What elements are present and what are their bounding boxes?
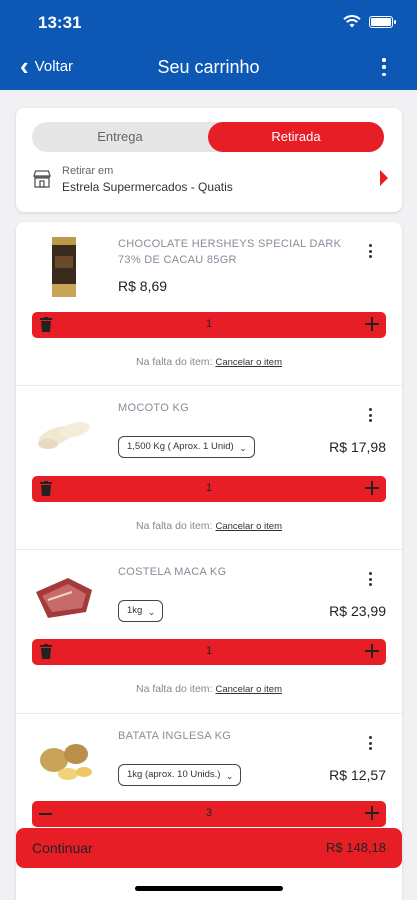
pickup-label: Retirar em [62,165,114,177]
cancel-item-link[interactable]: Cancelar o item [215,684,282,695]
item-more-icon[interactable] [368,736,372,750]
item-name: CHOCOLATE HERSHEYS SPECIAL DARK 73% DE C… [118,238,342,266]
missing-label: Na falta do item: [136,683,213,695]
plus-icon[interactable] [365,806,379,820]
missing-item-text: Na falta do item: Cancelar o item [16,520,402,532]
option-entrega[interactable]: Entrega [32,122,208,152]
cart-item: MOCOTO KG 1,500 Kg ( Aprox. 1 Unid) ⌄ R$… [16,386,402,550]
home-indicator [135,886,283,891]
quantity-value: 1 [205,482,213,494]
status-time: 13:31 [38,13,82,32]
item-more-icon[interactable] [368,244,372,258]
plus-icon[interactable] [365,644,379,658]
cancel-item-link[interactable]: Cancelar o item [215,357,282,368]
unit-select[interactable]: 1kg ⌄ [118,600,164,622]
pickup-store: Estrela Supermercados - Quatis [62,180,233,194]
option-retirada[interactable]: Retirada [208,122,384,152]
status-icons [343,15,396,28]
store-icon [32,170,52,188]
unit-select[interactable]: 1kg (aprox. 10 Unids.) ⌄ [118,764,242,786]
unit-select-value: 1kg [127,605,143,616]
page-title: Seu carrinho [157,57,260,77]
missing-label: Na falta do item: [136,356,213,368]
item-price: R$ 23,99 [329,603,386,619]
item-price: R$ 17,98 [329,439,386,455]
quantity-stepper: 1 [32,639,386,665]
chevron-down-icon: ⌄ [147,607,156,617]
missing-item-text: Na falta do item: Cancelar o item [16,356,402,368]
potato-icon [28,726,100,792]
delivery-toggle: Entrega Retirada [32,122,384,152]
cart-item: CHOCOLATE HERSHEYS SPECIAL DARK 73% DE C… [16,222,402,386]
quantity-value: 3 [205,807,213,819]
unit-select-value: 1,500 Kg ( Aprox. 1 Unid) [127,441,234,452]
plus-icon[interactable] [365,317,379,331]
item-more-icon[interactable] [368,572,372,586]
quantity-value: 1 [205,318,213,330]
chevron-down-icon: ⌄ [225,771,234,781]
app-header: 13:31 ‹ Voltar Seu carrinho [0,0,417,90]
chocolate-bar-icon [28,234,100,300]
quantity-stepper: 3 [32,801,386,827]
quantity-stepper: 1 [32,476,386,502]
chevron-down-icon: ⌄ [239,443,247,453]
plus-icon[interactable] [365,481,379,495]
item-name: COSTELA MACA KG [118,566,227,578]
cart-item: COSTELA MACA KG 1kg ⌄ R$ 23,99 1 Na falt… [16,550,402,714]
chevron-right-icon[interactable] [380,170,388,186]
more-options-icon[interactable] [381,58,387,76]
ribs-icon [28,562,100,628]
delivery-card: Entrega Retirada Retirar em Estrela Supe… [16,108,402,212]
item-price: R$ 8,69 [118,278,168,294]
continue-button[interactable]: Continuar R$ 148,18 [16,828,402,868]
unit-select[interactable]: 1,500 Kg ( Aprox. 1 Unid) ⌄ [118,436,255,458]
quantity-stepper: 1 [32,312,386,338]
battery-icon [369,15,396,28]
item-name: MOCOTO KG [118,402,189,414]
quantity-value: 1 [205,645,213,657]
missing-label: Na falta do item: [136,520,213,532]
wifi-icon [343,15,361,28]
mocoto-icon [28,398,100,464]
continue-label: Continuar [32,840,93,856]
unit-select-value: 1kg (aprox. 10 Unids.) [127,769,221,780]
item-more-icon[interactable] [368,408,372,422]
cancel-item-link[interactable]: Cancelar o item [215,521,282,532]
item-name: BATATA INGLESA KG [118,730,232,742]
missing-item-text: Na falta do item: Cancelar o item [16,683,402,695]
cart-items-list: CHOCOLATE HERSHEYS SPECIAL DARK 73% DE C… [16,222,402,900]
item-price: R$ 12,57 [329,767,386,783]
cart-total: R$ 148,18 [326,840,386,855]
